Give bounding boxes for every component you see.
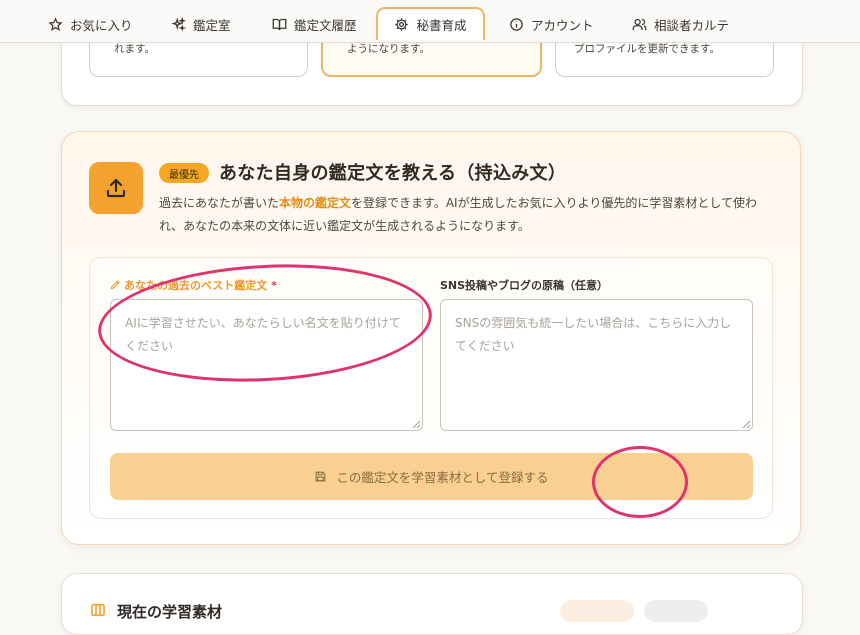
desc-text: 過去にあなたが書いた	[159, 196, 280, 210]
tab-reading-room[interactable]: 鑑定室	[171, 8, 231, 40]
filter-chip[interactable]	[560, 600, 634, 622]
tab-favorites[interactable]: お気に入り	[48, 8, 133, 40]
resize-handle[interactable]	[412, 420, 420, 428]
section-title: あなた自身の鑑定文を教える（持込み文）	[219, 163, 567, 184]
star-icon	[48, 16, 63, 31]
option-card-text: プロファイルを更新できます。	[574, 43, 720, 55]
tab-label: お気に入り	[70, 17, 133, 33]
resize-handle[interactable]	[742, 420, 750, 428]
desc-emphasis: 本物の鑑定文	[279, 196, 352, 210]
tab-label: 鑑定室	[193, 17, 231, 33]
materials-title: 現在の学習素材	[117, 603, 223, 621]
textarea-placeholder: SNSの雰囲気も統一したい場合は、こちらに入力してください	[455, 316, 732, 353]
top-nav: お気に入り 鑑定室 鑑定文履歴 秘書育成 アカウント 相談者カルテ	[0, 0, 860, 43]
tab-history[interactable]: 鑑定文履歴	[272, 8, 357, 40]
upload-icon	[89, 162, 143, 214]
own-reading-upload-card: 最優先 あなた自身の鑑定文を教える（持込み文） 過去にあなたが書いた本物の鑑定文…	[61, 131, 801, 545]
current-materials-card: 現在の学習素材	[61, 573, 803, 635]
tab-label: アカウント	[531, 17, 594, 33]
textarea-placeholder: AIに学習させたい、あなたらしい名文を貼り付けてください	[125, 316, 401, 353]
tab-client-chart[interactable]: 相談者カルテ	[632, 8, 729, 40]
required-mark: *	[271, 279, 277, 292]
register-button[interactable]: この鑑定文を学習素材として登録する	[110, 453, 753, 500]
register-button-label: この鑑定文を学習素材として登録する	[336, 470, 549, 485]
users-icon	[632, 18, 647, 30]
book-icon	[91, 603, 105, 617]
sns-label: SNS投稿やブログの原稿（任意）	[440, 279, 609, 292]
section-description: 過去にあなたが書いた本物の鑑定文を登録できます。AIが生成したお気に入りより優先…	[159, 192, 779, 238]
upload-form: あなたの過去のベスト鑑定文 * AIに学習させたい、あなたらしい名文を貼り付けて…	[89, 257, 773, 519]
tab-label: 相談者カルテ	[654, 17, 730, 33]
info-icon	[510, 17, 523, 31]
option-card-text: れます。	[114, 43, 155, 55]
label-text: あなたの過去のベスト鑑定文	[124, 279, 268, 292]
best-reading-textarea[interactable]: AIに学習させたい、あなたらしい名文を貼り付けてください	[110, 299, 423, 431]
filter-chip[interactable]	[644, 600, 708, 622]
option-card-text: ようになります。	[347, 43, 430, 55]
sns-textarea[interactable]: SNSの雰囲気も統一したい場合は、こちらに入力してください	[440, 299, 753, 431]
tab-label: 鑑定文履歴	[294, 17, 357, 33]
sparkles-icon	[171, 16, 186, 32]
book-icon	[272, 18, 287, 30]
priority-badge: 最優先	[159, 163, 209, 183]
tab-secretary-training[interactable]: 秘書育成	[376, 7, 485, 40]
best-reading-label: あなたの過去のベスト鑑定文 *	[110, 277, 277, 293]
gear-icon	[395, 18, 409, 31]
pen-icon	[110, 280, 120, 290]
tab-account[interactable]: アカウント	[509, 8, 594, 40]
save-icon	[316, 471, 326, 482]
tab-label: 秘書育成	[416, 18, 467, 33]
